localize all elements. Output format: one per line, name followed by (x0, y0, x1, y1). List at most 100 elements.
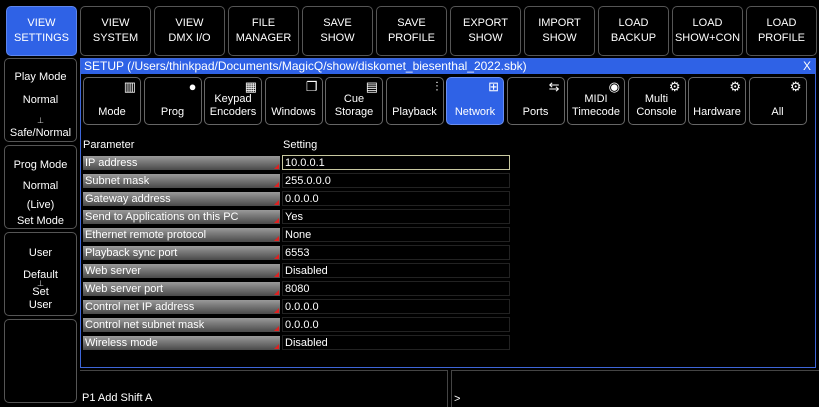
tab-keypad-encoders[interactable]: ▦ Keypad Encoders (204, 77, 262, 125)
setting-value-cell[interactable]: 255.0.0.0 (282, 173, 510, 188)
parameter-cell[interactable]: Subnet mask (83, 174, 280, 188)
playback-icon: ⫶ (435, 79, 439, 94)
load-show-con-button[interactable]: LOAD SHOW+CON (672, 6, 743, 56)
play-mode-title: Play Mode (14, 71, 67, 83)
parameter-cell[interactable]: Ethernet remote protocol (83, 228, 280, 242)
windows-icon: ❐ (305, 79, 318, 94)
close-button[interactable]: X (803, 59, 811, 74)
marker-icon (274, 308, 279, 313)
parameter-cell[interactable]: Gateway address (83, 192, 280, 206)
tab-windows[interactable]: ❐ Windows (264, 77, 323, 125)
tab-hardware[interactable]: ⚙ Hardware (688, 77, 746, 125)
setting-value-cell[interactable]: 8080 (282, 281, 510, 296)
command-line: P1 Add Shift A (82, 392, 153, 404)
tab-label: Windows (271, 106, 316, 118)
parameter-label: Web server port (85, 283, 164, 295)
parameter-cell[interactable]: Web server (83, 264, 280, 278)
all-icon: ⚙ (789, 79, 802, 94)
tab-label: Playback (392, 106, 437, 118)
setting-value-cell[interactable]: None (282, 227, 510, 242)
input-area[interactable]: > (451, 370, 819, 407)
prog-mode-panel[interactable]: Prog Mode Normal (Live) Set Mode (4, 145, 77, 229)
set-user-action-1[interactable]: Set (5, 286, 76, 298)
parameter-cell[interactable]: Control net subnet mask (83, 318, 280, 332)
parameter-cell[interactable]: Control net IP address (83, 300, 280, 314)
play-mode-panel[interactable]: Play Mode Normal ⊥ Safe/Normal (4, 58, 77, 142)
parameter-label: Playback sync port (85, 247, 178, 259)
parameter-header: Parameter (83, 139, 135, 151)
setting-value-cell[interactable]: 0.0.0.0 (282, 299, 510, 314)
multi-console-icon: ⚙ (668, 79, 681, 94)
parameter-label: Web server (85, 265, 142, 277)
setting-value-cell[interactable]: 0.0.0.0 (282, 191, 510, 206)
setting-value-cell[interactable]: Disabled (282, 263, 510, 278)
setup-title: SETUP (/Users/thinkpad/Documents/MagicQ/… (81, 59, 815, 74)
tab-midi-timecode[interactable]: ◉ MIDI Timecode (567, 77, 625, 125)
mode-icon: ▥ (123, 79, 136, 94)
parameter-cell[interactable]: Wireless mode (83, 336, 280, 350)
prog-mode-value: Normal (22, 180, 59, 192)
safe-normal-action[interactable]: Safe/Normal (5, 127, 76, 139)
tab-prog[interactable]: ● Prog (143, 77, 202, 125)
tab-label: All (771, 106, 784, 118)
marker-icon (274, 200, 279, 205)
setting-value-cell[interactable]: 0.0.0.0 (282, 317, 510, 332)
tab-all[interactable]: ⚙ All (748, 77, 807, 125)
tab-ports[interactable]: ⇆ Ports (506, 77, 565, 125)
setting-value-cell[interactable]: 6553 (282, 245, 510, 260)
marker-icon (274, 326, 279, 331)
export-show-button[interactable]: EXPORT SHOW (450, 6, 521, 56)
tab-playback[interactable]: ⫶ Playback (385, 77, 444, 125)
parameter-label: Subnet mask (85, 175, 150, 187)
parameter-cell[interactable]: IP address (83, 156, 280, 170)
parameter-cell[interactable]: Send to Applications on this PC (83, 210, 280, 224)
parameter-cell[interactable]: Web server port (83, 282, 280, 296)
input-prompt: > (454, 393, 461, 405)
file-manager-button[interactable]: FILE MANAGER (228, 6, 299, 56)
tab-cue-storage[interactable]: ▤ Cue Storage (325, 77, 383, 125)
setup-window: SETUP (/Users/thinkpad/Documents/MagicQ/… (80, 58, 816, 368)
set-mode-action[interactable]: Set Mode (5, 215, 76, 227)
user-title: User (28, 247, 53, 259)
tab-label: MIDI Timecode (572, 93, 620, 118)
setting-value-cell[interactable]: 10.0.0.1 (282, 155, 510, 170)
view-dmx-io-button[interactable]: VIEW DMX I/O (154, 6, 225, 56)
save-profile-button[interactable]: SAVE PROFILE (376, 6, 447, 56)
view-system-button[interactable]: VIEW SYSTEM (80, 6, 151, 56)
divider-icon: ⊥ (37, 116, 44, 125)
setting-value-cell[interactable]: Yes (282, 209, 510, 224)
keypad-icon: ▦ (244, 79, 257, 94)
play-mode-value: Normal (22, 94, 59, 106)
command-line-area[interactable]: P1 Add Shift A (80, 370, 448, 407)
import-show-button[interactable]: IMPORT SHOW (524, 6, 595, 56)
parameter-label: Control net IP address (85, 301, 195, 313)
tab-label: Network (454, 106, 496, 118)
prog-mode-sub: (Live) (26, 199, 55, 211)
load-backup-button[interactable]: LOAD BACKUP (598, 6, 669, 56)
set-user-action-2[interactable]: User (5, 299, 76, 311)
parameter-label: Gateway address (85, 193, 171, 205)
marker-icon (274, 290, 279, 295)
cue-storage-icon: ▤ (365, 79, 378, 94)
marker-icon (274, 236, 279, 241)
tab-label: Cue Storage (334, 93, 374, 118)
network-icon: ⊞ (488, 79, 499, 94)
user-panel[interactable]: User Default ⊥ Set User (4, 232, 77, 316)
save-show-button[interactable]: SAVE SHOW (302, 6, 373, 56)
hardware-icon: ⚙ (729, 79, 741, 94)
parameter-label: Wireless mode (85, 337, 158, 349)
view-settings-button[interactable]: VIEW SETTINGS (6, 6, 77, 56)
tab-network[interactable]: ⊞ Network (446, 77, 504, 125)
tab-mode[interactable]: ▥ Mode (83, 77, 141, 125)
setting-value-cell[interactable]: Disabled (282, 335, 510, 350)
marker-icon (274, 254, 279, 259)
parameter-label: IP address (85, 157, 138, 169)
marker-icon (274, 218, 279, 223)
tab-label: Multi Console (636, 93, 677, 118)
parameter-cell[interactable]: Playback sync port (83, 246, 280, 260)
tab-multi-console[interactable]: ⚙ Multi Console (627, 77, 686, 125)
tab-label: Ports (522, 106, 549, 118)
load-profile-button[interactable]: LOAD PROFILE (746, 6, 817, 56)
empty-left-panel[interactable] (4, 319, 77, 403)
prog-mode-title: Prog Mode (13, 159, 68, 171)
